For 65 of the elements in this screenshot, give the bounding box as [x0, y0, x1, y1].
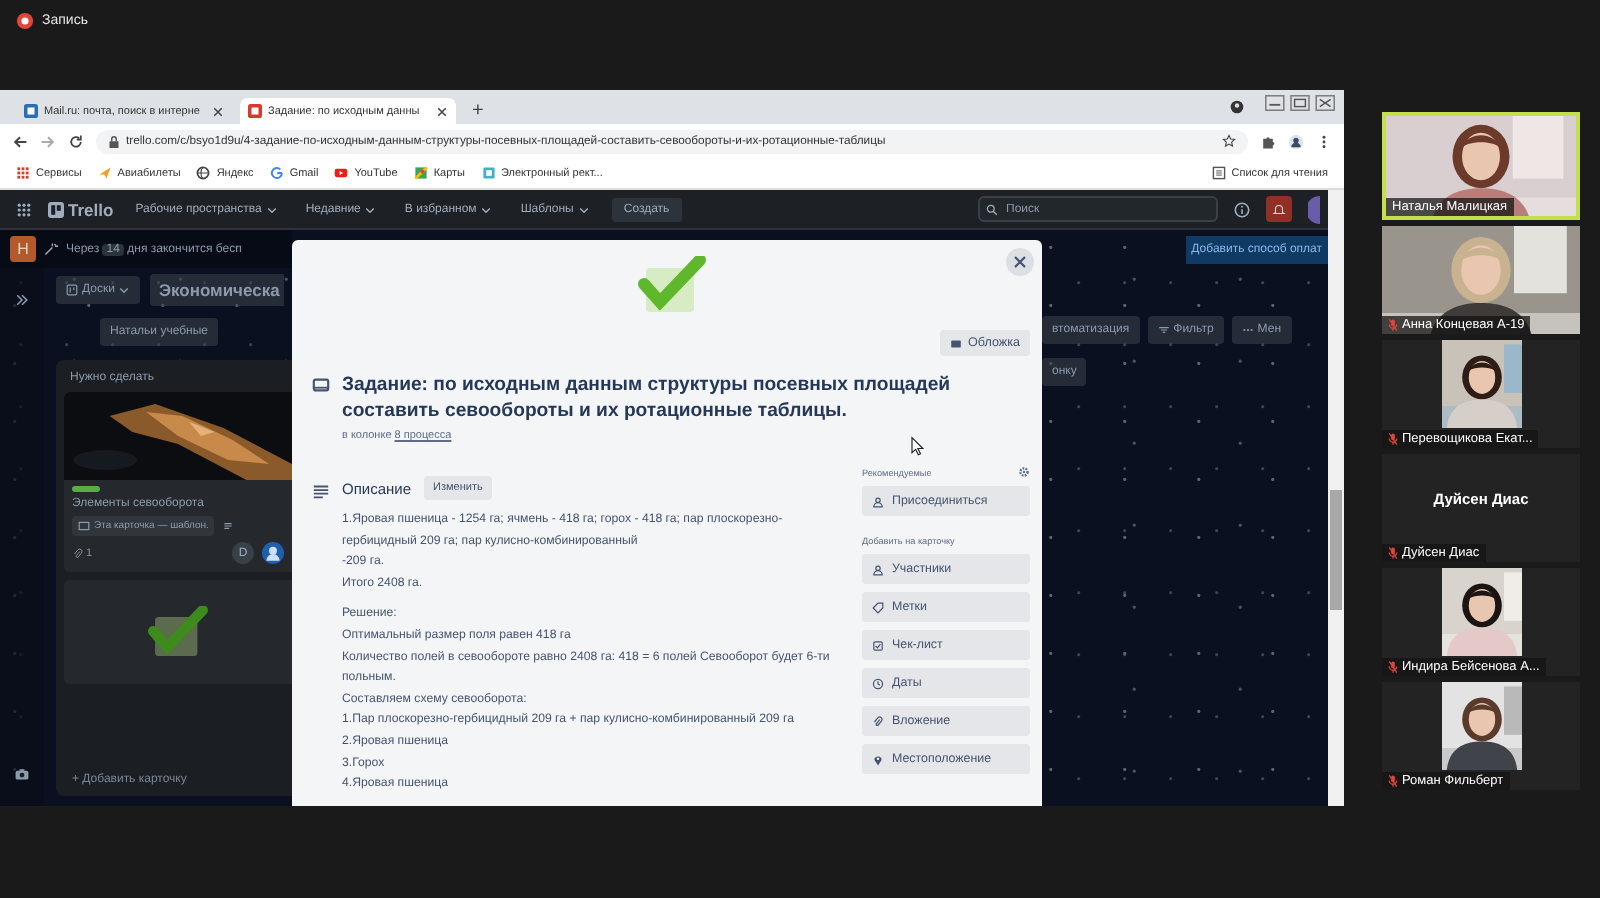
card-icon: [949, 337, 962, 349]
page-icon: [481, 166, 495, 180]
close-icon[interactable]: [436, 105, 448, 117]
pin-icon: [872, 753, 884, 765]
chevron-down-icon: [480, 203, 493, 215]
back-icon[interactable]: [12, 133, 28, 149]
user-avatar-icon[interactable]: [262, 542, 284, 564]
search-icon: [986, 203, 998, 215]
site-icon: [248, 104, 262, 118]
puzzle-icon[interactable]: [1260, 133, 1276, 149]
avatar-icon[interactable]: [1308, 195, 1320, 223]
paperclip-icon: [72, 547, 84, 559]
check-icon: [148, 605, 208, 659]
apps-icon[interactable]: [16, 201, 32, 217]
notifications-button[interactable]: [1266, 196, 1292, 222]
settings-icon[interactable]: [1018, 466, 1030, 478]
tag-icon: [872, 601, 884, 613]
card-icon: [312, 376, 330, 394]
board-icon: [66, 284, 78, 296]
bell-icon: [1272, 202, 1286, 216]
description-icon: [312, 481, 330, 499]
wand-icon: [44, 242, 58, 256]
chevron-down-icon: [118, 284, 131, 296]
star-icon[interactable]: [1222, 134, 1236, 148]
list-card[interactable]: [64, 580, 292, 684]
lock-icon: [108, 135, 120, 147]
list-icon: [1211, 166, 1226, 180]
camera-icon[interactable]: [14, 766, 30, 782]
plane-icon: [97, 166, 112, 180]
person-icon: [872, 563, 884, 575]
cursor-icon: [910, 436, 924, 456]
board-title[interactable]: Экономическа: [150, 274, 284, 306]
info-icon[interactable]: [1234, 201, 1250, 217]
card-title: Задание: по исходным данным структуры посевных площадей составить севообороты и их ротационные таблицы.: [342, 372, 953, 424]
check-icon: [637, 256, 705, 316]
play-icon: [334, 166, 349, 180]
clock-icon: [872, 677, 884, 689]
trello-logo[interactable]: Trello: [48, 199, 114, 219]
close-icon[interactable]: [1006, 248, 1034, 276]
chevron-down-icon: [364, 203, 377, 215]
board-icon: [48, 201, 64, 217]
letter-g-icon: [269, 166, 284, 180]
checkbox-icon: [872, 639, 884, 651]
globe-icon: [196, 166, 211, 180]
paperclip-icon: [872, 715, 884, 727]
grid-icon: [16, 166, 30, 180]
scrollbar[interactable]: [1328, 190, 1344, 806]
workspace-avatar: H: [10, 236, 36, 262]
description-icon: [222, 520, 235, 532]
person-icon: [872, 495, 884, 507]
close-icon[interactable]: [212, 105, 224, 117]
map-icon: [413, 166, 428, 180]
window-controls-icon[interactable]: [1264, 94, 1336, 112]
profile-icon[interactable]: [1230, 100, 1244, 114]
profile-icon[interactable]: [1288, 133, 1304, 149]
record-icon: [16, 12, 34, 30]
filter-icon: [1157, 324, 1170, 336]
new-tab-button[interactable]: +: [464, 98, 492, 124]
card-icon: [78, 520, 90, 532]
scroll-thumb[interactable]: [1330, 490, 1342, 610]
expand-icon[interactable]: [14, 292, 30, 308]
site-icon: [24, 104, 38, 118]
chevron-down-icon: [577, 203, 590, 215]
chevron-down-icon: [265, 203, 278, 215]
reload-icon[interactable]: [68, 133, 84, 149]
